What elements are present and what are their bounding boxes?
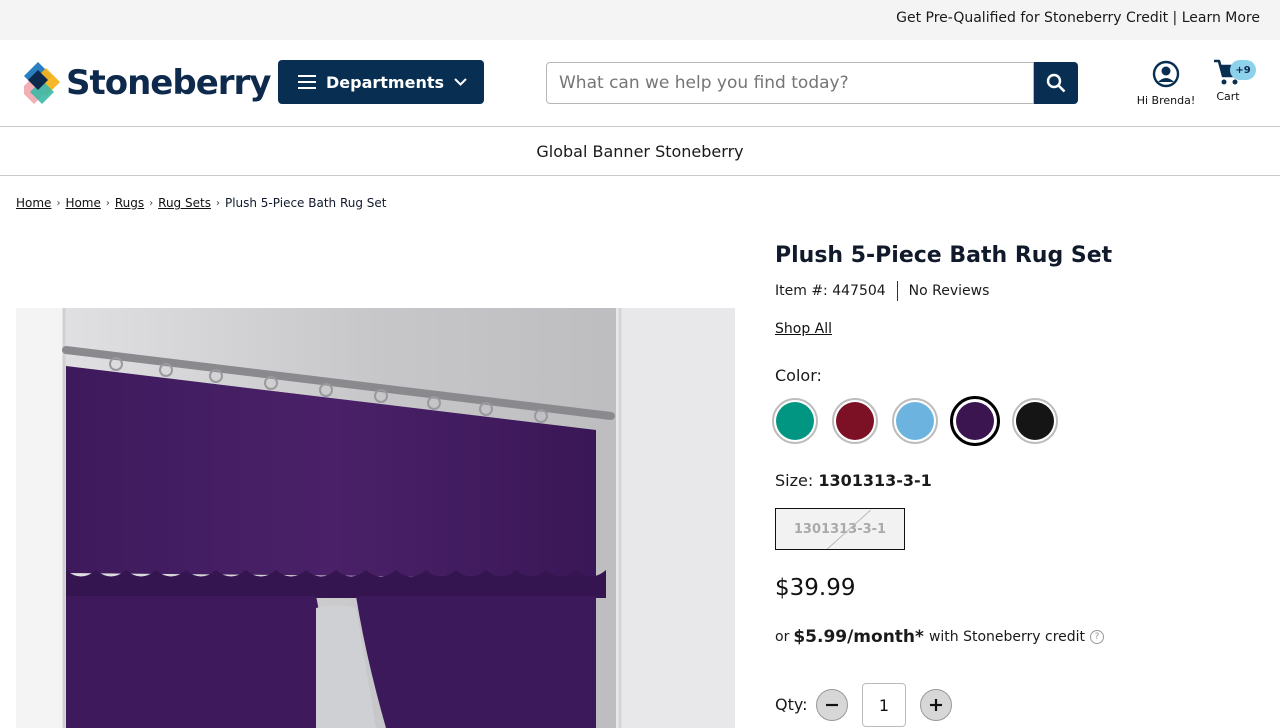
shop-all-link[interactable]: Shop All [775,321,832,337]
product-title: Plush 5-Piece Bath Rug Set [775,243,1113,268]
swatch-black-fill [1016,402,1054,440]
size-option-label: 1301313-3-1 [793,521,887,537]
departments-label: Departments [326,72,445,92]
credit-monthly-price: $5.99/month* [793,627,924,647]
swatch-burgundy-fill [836,402,874,440]
top-promo-bar: Get Pre-Qualified for Stoneberry Credit … [0,0,1280,40]
cart-label: Cart [1216,90,1240,103]
product-photo-illustration [16,308,735,728]
breadcrumb: Home › Home › Rugs › Rug Sets › Plush 5-… [16,196,387,210]
color-swatches [772,396,1072,446]
quantity-increase-button[interactable] [920,689,952,721]
credit-offer: or $5.99/month* with Stoneberry credit ? [775,627,1105,647]
site-header: Stoneberry Departments Hi Brenda! [0,40,1280,127]
breadcrumb-current: Plush 5-Piece Bath Rug Set [224,196,387,210]
size-label: Size: 1301313-3-1 [775,471,932,490]
plus-icon [930,699,942,711]
breadcrumb-rugs[interactable]: Rugs [115,196,144,210]
search-input[interactable] [546,62,1034,104]
minus-icon [826,703,838,707]
item-number: Item #: 447504 [775,283,886,299]
chevron-right-icon: › [215,197,220,209]
swatch-purple-fill [956,402,994,440]
cart-button[interactable]: +9 Cart [1206,58,1256,103]
swatch-teal[interactable] [772,398,818,444]
quantity-input[interactable] [862,683,906,727]
swatch-burgundy[interactable] [832,398,878,444]
cart-count-badge: +9 [1230,60,1256,80]
product-price: $39.99 [775,575,856,601]
quantity-label: Qty: [775,695,808,714]
swatch-light-blue[interactable] [892,398,938,444]
global-banner-text: Global Banner Stoneberry [536,141,744,161]
help-icon[interactable]: ? [1090,630,1105,644]
credit-prefix: or [775,629,790,645]
product-meta: Item #: 447504 No Reviews [775,281,989,301]
global-banner[interactable]: Global Banner Stoneberry [0,127,1280,176]
breadcrumb-rug-sets[interactable]: Rug Sets [158,196,211,210]
chevron-down-icon [454,78,467,86]
stoneberry-logo[interactable]: Stoneberry [24,62,271,104]
account-label: Hi Brenda! [1136,94,1196,107]
quantity-decrease-button[interactable] [816,689,848,721]
credit-suffix: with Stoneberry credit [928,629,1086,645]
user-icon [1152,60,1180,88]
search-button[interactable] [1034,62,1078,104]
credit-promo-link[interactable]: Get Pre-Qualified for Stoneberry Credit … [896,10,1260,26]
swatch-light-blue-fill [896,402,934,440]
size-label-text: Size: [775,471,814,490]
swatch-black[interactable] [1012,398,1058,444]
account-button[interactable]: Hi Brenda! [1132,60,1200,107]
size-option-button[interactable]: 1301313-3-1 [775,508,905,550]
breadcrumb-home[interactable]: Home [16,196,51,210]
swatch-purple[interactable] [950,396,1000,446]
chevron-right-icon: › [149,197,154,209]
departments-button[interactable]: Departments [278,60,484,104]
chevron-right-icon: › [56,197,61,209]
menu-icon [298,75,316,89]
breadcrumb-home-2[interactable]: Home [65,196,100,210]
logo-mark-icon [24,62,60,104]
product-image[interactable] [16,308,735,728]
color-label: Color: [775,366,822,385]
meta-divider [896,281,898,301]
logo-text: Stoneberry [66,63,271,103]
chevron-right-icon: › [105,197,110,209]
search-icon [1046,73,1066,93]
size-selected-value: 1301313-3-1 [818,471,932,490]
reviews-link[interactable]: No Reviews [909,283,990,299]
swatch-teal-fill [776,402,814,440]
